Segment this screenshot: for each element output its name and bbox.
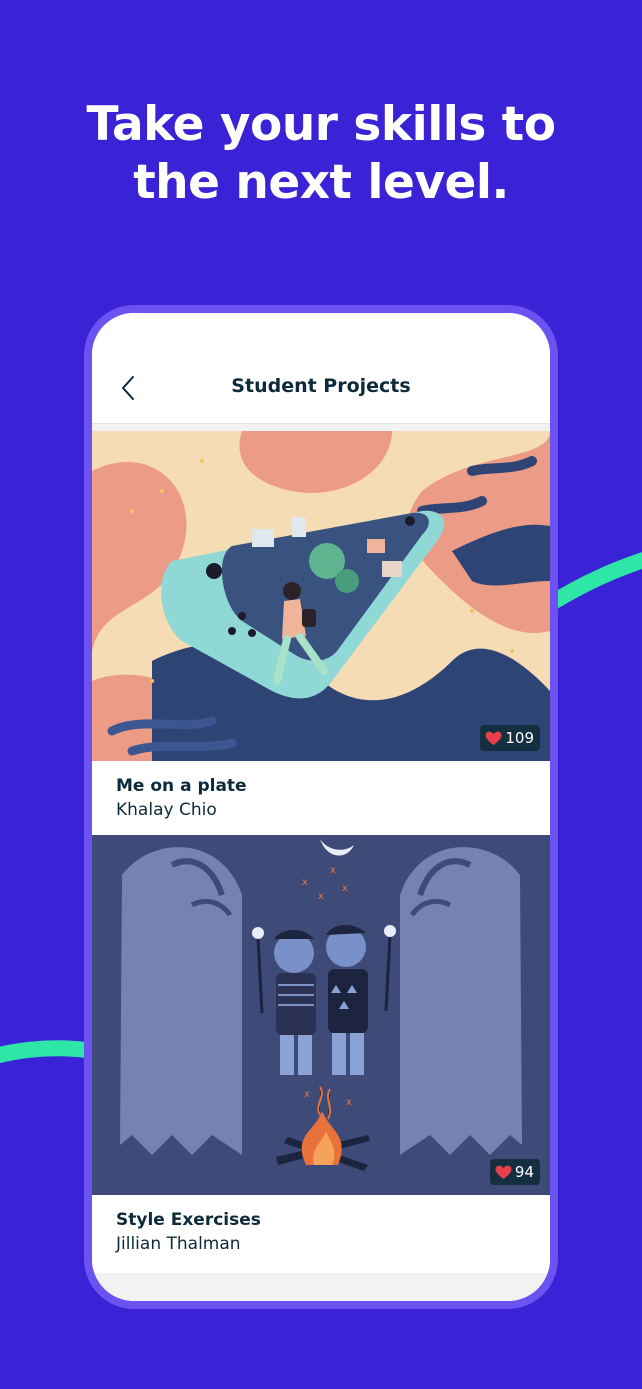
svg-text:x: x	[346, 1097, 352, 1108]
nav-bar: Student Projects	[92, 313, 550, 424]
headline: Take your skills to the next level.	[0, 96, 642, 212]
project-image: 109	[92, 431, 550, 761]
project-title: Me on a plate	[116, 776, 247, 796]
svg-text:x: x	[330, 865, 336, 876]
app-screen: Student Projects 109 Me on a plate Khala…	[92, 313, 550, 1301]
svg-text:x: x	[318, 891, 324, 902]
project-title: Style Exercises	[116, 1210, 261, 1230]
project-meta: Me on a plate Khalay Chio	[92, 761, 550, 835]
headline-line-2: the next level.	[133, 155, 509, 210]
like-count-badge[interactable]: 94	[489, 1159, 540, 1185]
page-title: Student Projects	[231, 375, 411, 397]
project-card[interactable]: 109 Me on a plate Khalay Chio	[92, 431, 550, 835]
svg-text:x: x	[302, 877, 308, 888]
svg-text:x: x	[304, 1089, 310, 1100]
svg-text:x: x	[342, 883, 348, 894]
headline-line-1: Take your skills to	[86, 97, 556, 152]
heart-icon	[495, 1165, 512, 1179]
project-image: xxx xxx 94	[92, 835, 550, 1195]
project-meta: Style Exercises Jillian Thalman	[92, 1195, 550, 1273]
project-author[interactable]: Jillian Thalman	[116, 1231, 526, 1257]
heart-icon	[485, 731, 502, 745]
project-card[interactable]: xxx xxx 94 Style Exercises Jillian Thalm…	[92, 835, 550, 1273]
project-author[interactable]: Khalay Chio	[116, 797, 526, 823]
projects-feed: 109 Me on a plate Khalay Chio x x x x x …	[92, 431, 550, 1273]
like-count: 109	[505, 729, 534, 747]
phone-mockup: Student Projects 109 Me on a plate Khala…	[84, 305, 558, 1309]
like-count: 94	[514, 1163, 534, 1181]
like-count-badge[interactable]: 109	[480, 725, 540, 751]
